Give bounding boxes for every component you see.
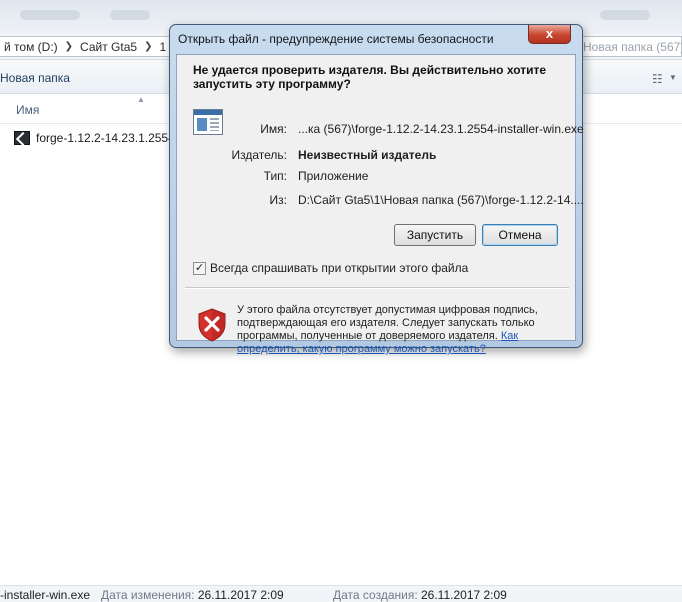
executable-file-icon [14,131,30,145]
breadcrumb-separator-icon[interactable]: ❯ [62,41,76,52]
dialog-divider [185,287,569,289]
always-ask-checkbox-label[interactable]: Всегда спрашивать при открытии этого фай… [210,261,468,275]
breadcrumb-separator-icon[interactable]: ❯ [141,41,155,52]
chevron-down-icon[interactable]: ▼ [669,73,677,82]
signature-warning-message: У этого файла отсутствует допустимая циф… [237,304,538,342]
breadcrumb-folder[interactable]: 1 [155,40,170,54]
new-folder-button[interactable]: Новая папка [0,71,70,85]
field-type-row: Тип: Приложение [177,169,577,185]
blur-blob [110,10,150,20]
status-file-name: -installer-win.exe [0,588,91,602]
warning-heading: Не удается проверить издателя. Вы действ… [193,63,547,91]
blur-blob [20,10,80,20]
breadcrumb-folder[interactable]: Сайт Gta5 [76,40,141,54]
sort-arrow-icon: ▲ [137,95,145,104]
breadcrumb-drive[interactable]: й том (D:) [0,40,62,54]
file-list-item[interactable]: forge-1.12.2-14.23.1.2554 [14,127,174,149]
field-name-label: Имя: [260,122,287,136]
dialog-title: Открыть файл - предупреждение системы бе… [178,32,494,46]
always-ask-checkbox[interactable]: ✓ [193,261,206,275]
security-shield-error-icon [198,308,226,342]
field-from-row: Из: D:\Сайт Gta5\1\Новая папка (567)\for… [177,193,584,209]
field-name-row: Имя: ...ка (567)\forge-1.12.2-14.23.1.25… [177,122,583,138]
field-name-value: ...ка (567)\forge-1.12.2-14.23.1.2554-in… [298,122,584,136]
status-created: Дата создания: 26.11.2017 2:09 [333,588,507,602]
view-options-icon[interactable]: ☷ [652,72,663,86]
status-created-value: 26.11.2017 2:09 [421,588,507,602]
file-name: forge-1.12.2-14.23.1.2554 [36,131,174,145]
breadcrumb-current-folder[interactable]: Новая папка (567) [583,40,682,54]
close-icon: x [545,26,554,41]
status-modified: Дата изменения: 26.11.2017 2:09 [101,588,284,602]
field-publisher-row: Издатель: Неизвестный издатель [177,148,577,164]
field-publisher-value: Неизвестный издатель [298,148,437,162]
column-header-name[interactable]: Имя [16,103,39,117]
dialog-body: Не удается проверить издателя. Вы действ… [176,54,584,355]
cancel-button[interactable]: Отмена [482,224,558,246]
status-modified-value: 26.11.2017 2:09 [197,588,284,602]
run-button[interactable]: Запустить [394,224,476,246]
blur-blob [600,10,650,20]
field-from-label: Из: [269,193,287,207]
field-from-value: D:\Сайт Gta5\1\Новая папка (567)\forge-1… [298,193,584,207]
signature-warning-text: У этого файла отсутствует допустимая циф… [237,304,567,356]
status-bar: -installer-win.exe Дата изменения: 26.11… [0,585,682,602]
field-type-label: Тип: [263,169,287,183]
always-ask-checkbox-row[interactable]: ✓ Всегда спрашивать при открытии этого ф… [193,261,468,275]
status-modified-label: Дата изменения: [101,588,195,602]
security-warning-dialog: Открыть файл - предупреждение системы бе… [169,24,584,355]
close-button[interactable]: x [528,25,571,44]
field-type-value: Приложение [298,169,369,183]
status-created-label: Дата создания: [333,588,418,602]
field-publisher-label: Издатель: [231,148,288,162]
